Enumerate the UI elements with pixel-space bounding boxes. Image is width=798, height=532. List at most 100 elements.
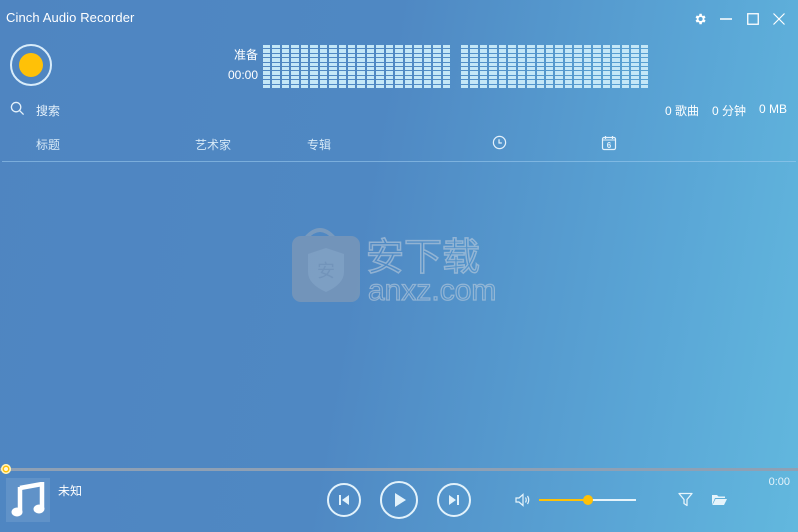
meter-cell xyxy=(319,62,328,66)
meter-cell xyxy=(470,75,478,80)
meter-cell xyxy=(395,75,403,80)
meter-cell xyxy=(470,67,478,71)
meter-cell xyxy=(564,58,573,62)
meter-cell xyxy=(461,58,469,62)
meter-cell xyxy=(366,67,375,71)
meter-cell xyxy=(442,58,450,62)
meter-cell xyxy=(385,45,394,49)
open-folder-button[interactable] xyxy=(711,493,727,511)
meter-cell xyxy=(319,53,328,58)
column-header-artist[interactable]: 艺术家 xyxy=(195,136,231,153)
meter-cell xyxy=(555,49,563,53)
volume-slider-knob[interactable] xyxy=(582,495,593,505)
meter-cell xyxy=(621,80,630,84)
next-button[interactable] xyxy=(437,483,471,517)
meter-cell xyxy=(517,84,526,88)
meter-cell xyxy=(385,80,394,84)
meter-cell xyxy=(593,71,601,75)
previous-button[interactable] xyxy=(327,483,361,517)
meter-cell xyxy=(489,80,497,84)
meter-cell xyxy=(621,62,630,66)
meter-cell xyxy=(404,84,413,88)
close-icon xyxy=(773,13,785,25)
meter-cell xyxy=(612,67,620,71)
meter-cell xyxy=(479,84,488,88)
meter-cell xyxy=(479,58,488,62)
meter-cell xyxy=(593,45,601,49)
close-button[interactable] xyxy=(769,9,789,29)
meter-cell xyxy=(461,49,469,53)
meter-cell xyxy=(631,53,639,58)
column-header-title[interactable]: 标题 xyxy=(36,136,60,153)
meter-cell xyxy=(376,84,384,88)
meter-cell xyxy=(498,84,507,88)
meter-cell xyxy=(536,49,545,53)
meter-cell xyxy=(564,67,573,71)
settings-button[interactable] xyxy=(690,9,710,29)
meter-cell xyxy=(414,80,422,84)
meter-cell xyxy=(442,71,450,75)
playback-progress-knob[interactable] xyxy=(1,464,11,474)
maximize-icon xyxy=(747,13,759,25)
meter-cell xyxy=(536,84,545,88)
meter-cell xyxy=(263,67,271,71)
meter-cell xyxy=(479,80,488,84)
meter-cell xyxy=(376,58,384,62)
minimize-button[interactable] xyxy=(716,9,736,29)
meter-cell xyxy=(593,49,601,53)
filter-button[interactable] xyxy=(678,492,693,512)
meter-cell xyxy=(376,71,384,75)
meter-cell xyxy=(593,62,601,66)
column-header-duration[interactable] xyxy=(492,135,507,155)
meter-cell xyxy=(470,45,478,49)
meter-cell xyxy=(602,67,611,71)
play-button[interactable] xyxy=(380,481,418,519)
search-button[interactable] xyxy=(10,101,25,121)
volume-button[interactable] xyxy=(515,493,532,512)
meter-cell xyxy=(640,84,648,88)
meter-cell xyxy=(338,71,347,75)
meter-cell xyxy=(555,71,563,75)
meter-cell xyxy=(281,80,290,84)
maximize-button[interactable] xyxy=(743,9,763,29)
meter-cell xyxy=(319,80,328,84)
meter-cell xyxy=(404,80,413,84)
record-button[interactable] xyxy=(10,44,52,86)
meter-cell xyxy=(489,84,497,88)
search-input[interactable]: 搜索 xyxy=(36,102,60,119)
meter-cell xyxy=(423,71,432,75)
meter-cell xyxy=(498,75,507,80)
meter-cell xyxy=(404,49,413,53)
column-header-date[interactable]: 6 xyxy=(601,135,617,156)
meter-cell xyxy=(517,53,526,58)
meter-cell xyxy=(602,80,611,84)
meter-cell xyxy=(564,53,573,58)
meter-cell xyxy=(574,49,582,53)
playback-progress-bar[interactable] xyxy=(0,468,798,471)
meter-cell xyxy=(527,45,535,49)
meter-cell xyxy=(527,58,535,62)
meter-cell xyxy=(433,84,441,88)
meter-cell xyxy=(281,53,290,58)
meter-cell xyxy=(433,75,441,80)
meter-cell xyxy=(621,75,630,80)
meter-cell xyxy=(574,80,582,84)
meter-cell xyxy=(385,71,394,75)
meter-cell xyxy=(527,62,535,66)
meter-cell xyxy=(564,45,573,49)
track-name: 未知 xyxy=(58,484,83,498)
meter-cell xyxy=(564,80,573,84)
meter-cell xyxy=(319,75,328,80)
meter-cell xyxy=(385,75,394,80)
meter-cell xyxy=(631,75,639,80)
meter-cell xyxy=(536,71,545,75)
meter-cell xyxy=(414,84,422,88)
play-icon xyxy=(395,493,406,507)
meter-cell xyxy=(498,45,507,49)
meter-cell xyxy=(546,49,554,53)
meter-cell xyxy=(329,49,337,53)
meter-cell xyxy=(263,58,271,62)
meter-cell xyxy=(291,45,299,49)
meter-cell xyxy=(479,75,488,80)
column-header-album[interactable]: 专辑 xyxy=(307,136,331,153)
